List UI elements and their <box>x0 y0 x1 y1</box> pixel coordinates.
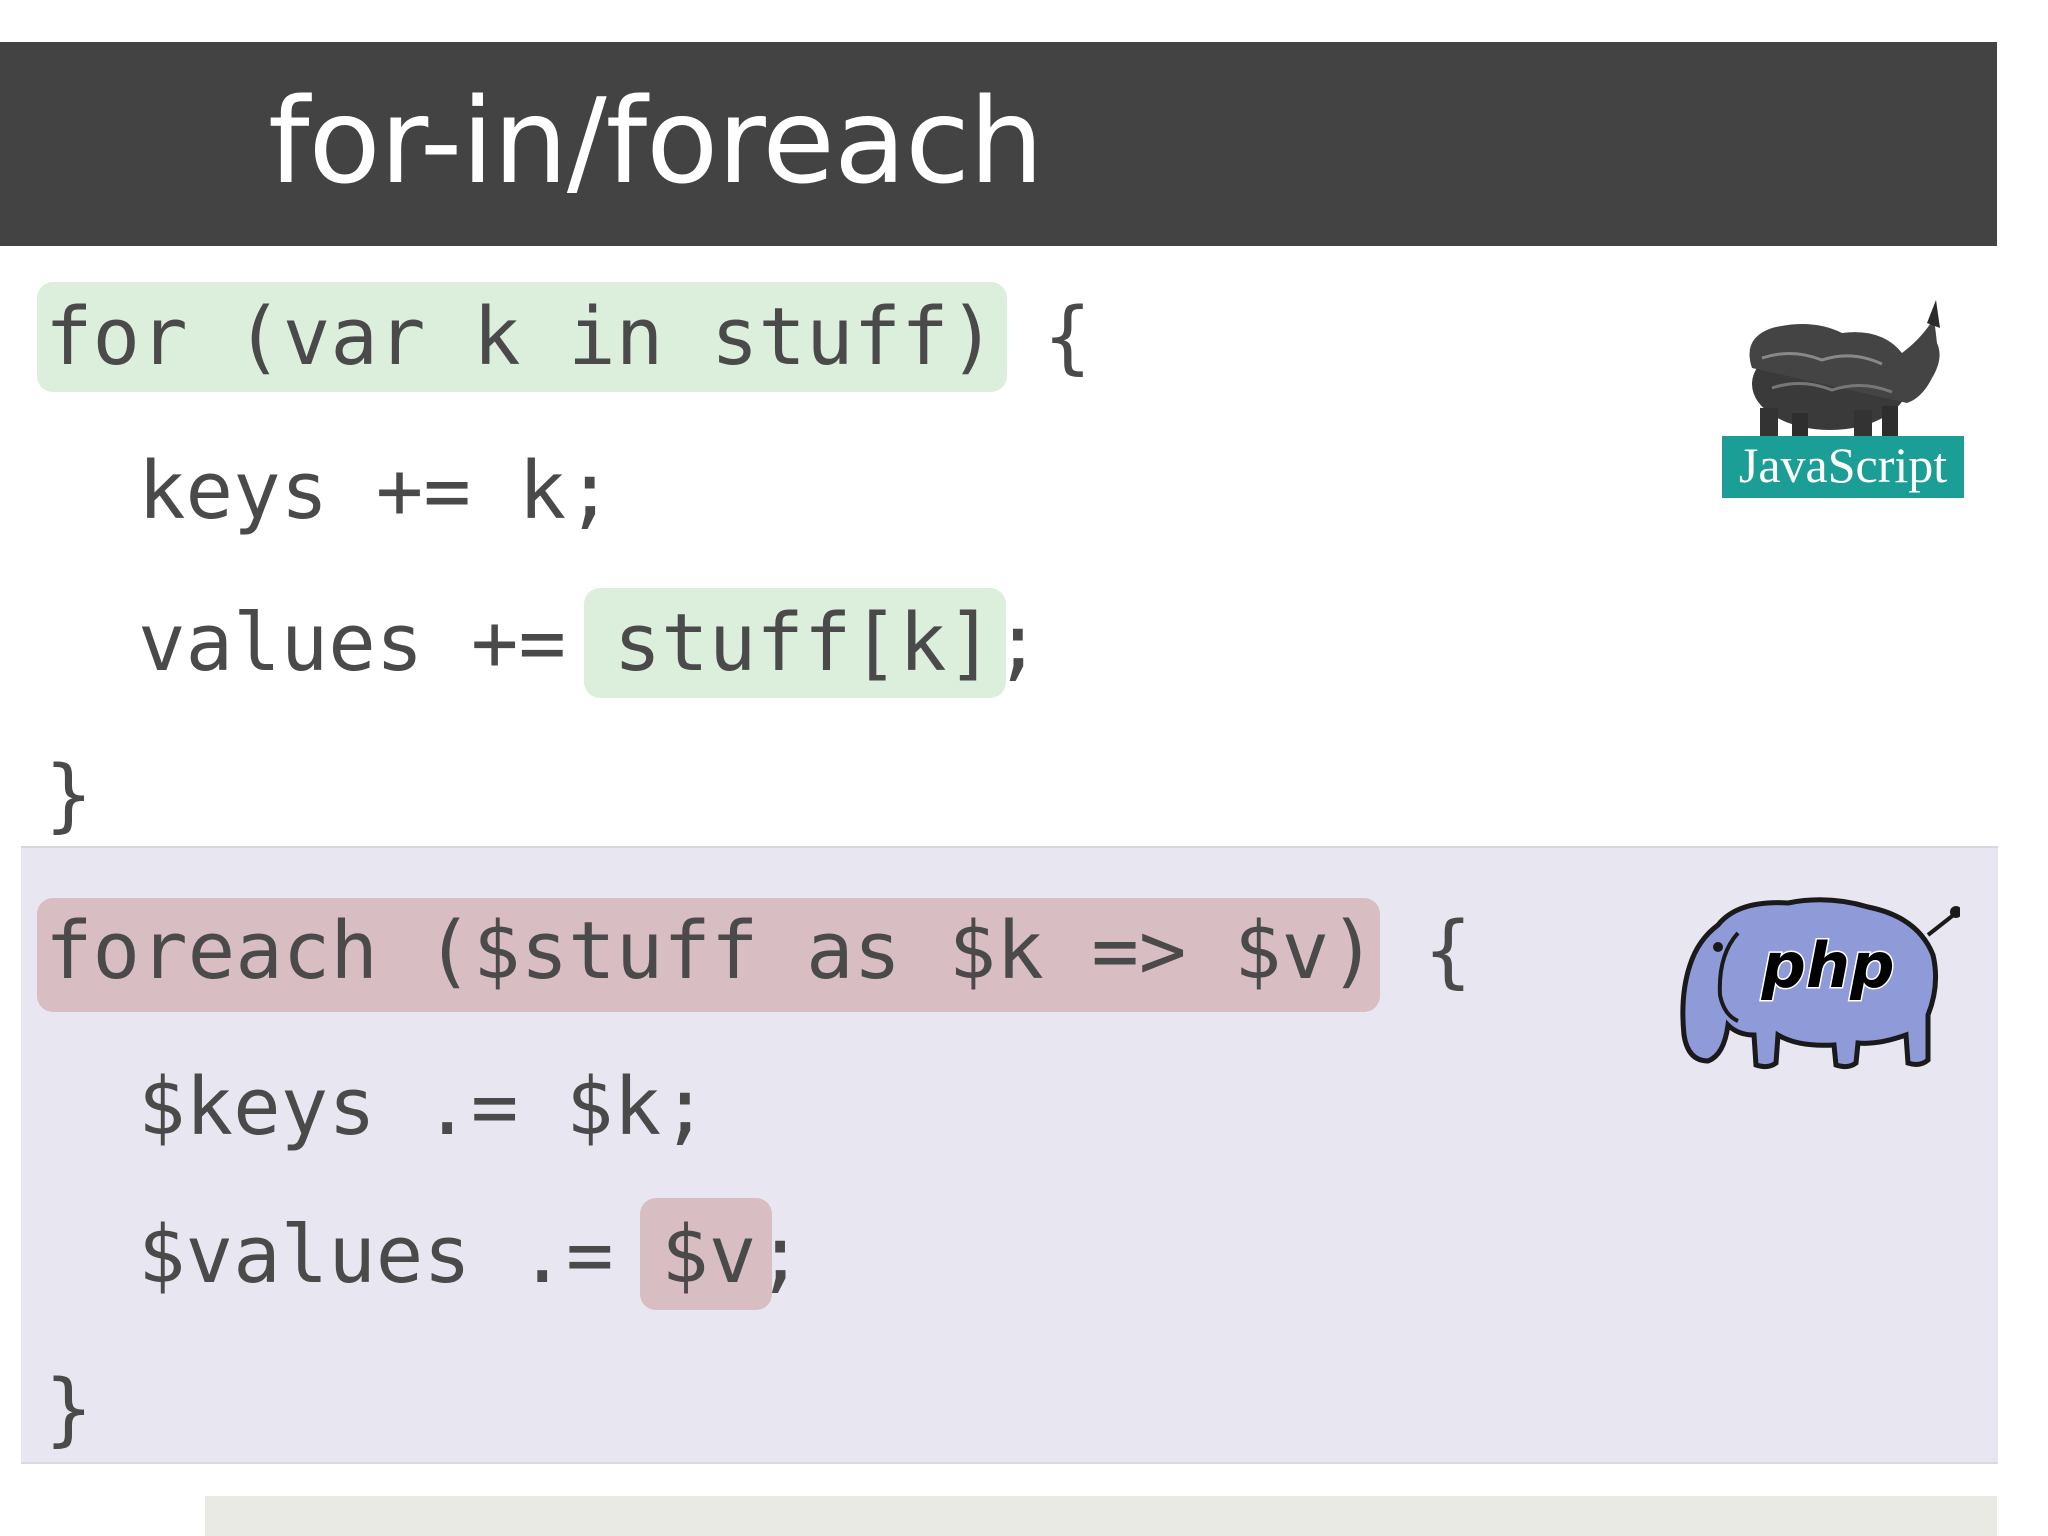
js-loop-header: for (var k in stuff) <box>45 291 997 383</box>
js-values-prefix: values += <box>138 597 614 689</box>
php-close-brace: } <box>45 1363 93 1455</box>
js-open-brace: { <box>996 291 1092 383</box>
php-values-prefix: $values .= <box>138 1209 662 1301</box>
php-code-line-1: foreach ($stuff as $k => $v) { <box>45 912 1472 991</box>
php-value: $v <box>661 1209 757 1301</box>
js-code-line-1: for (var k in stuff) { <box>45 298 1091 377</box>
php-semicolon: ; <box>756 1209 804 1301</box>
php-label: php <box>1761 929 1895 1002</box>
rhino-icon <box>1749 300 1940 457</box>
slide-title: for-in/foreach <box>268 72 1044 210</box>
js-close-brace: } <box>45 749 93 841</box>
js-code-line-2: keys += k; <box>138 445 614 537</box>
php-loop-header: foreach ($stuff as $k => $v) <box>45 905 1377 997</box>
php-elephant-logo: php <box>1680 897 1960 1070</box>
php-open-brace: { <box>1376 905 1472 997</box>
bottom-strip <box>205 1496 1997 1536</box>
js-value-access: stuff[k] <box>613 597 995 689</box>
js-code-line-3: values += stuff[k]; <box>138 604 1042 683</box>
php-code-line-3: $values .= $v; <box>138 1216 804 1295</box>
javascript-label: JavaScript <box>1739 437 1947 493</box>
js-semicolon: ; <box>994 597 1042 689</box>
php-code-line-2: $keys .= $k; <box>138 1061 709 1153</box>
javascript-rhino-logo: JavaScript <box>1722 300 1964 498</box>
